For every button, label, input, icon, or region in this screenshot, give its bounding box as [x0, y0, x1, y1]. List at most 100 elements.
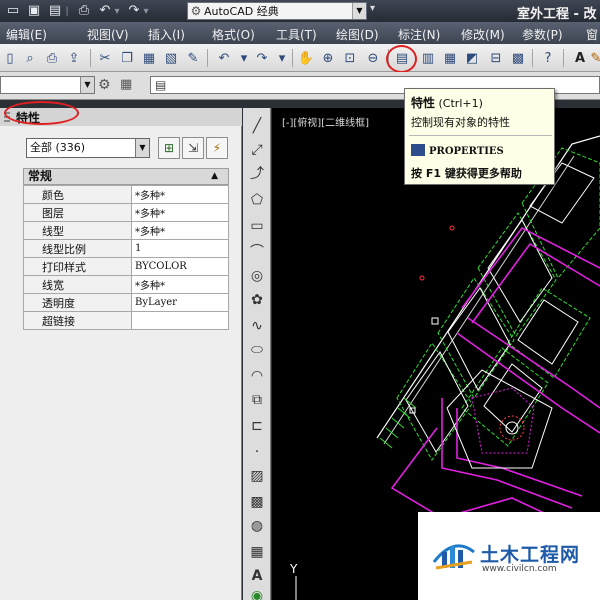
- cut-icon[interactable]: ✂: [95, 48, 115, 68]
- point-icon[interactable]: ·: [246, 442, 268, 462]
- sheet-set-icon[interactable]: ◩: [462, 48, 482, 68]
- construction-line-icon[interactable]: ⤢: [246, 140, 268, 160]
- circle-icon[interactable]: ◎: [246, 266, 268, 286]
- match-properties-icon[interactable]: ✎: [183, 48, 203, 68]
- collapse-icon[interactable]: ▲: [211, 169, 218, 184]
- zoom-realtime-icon[interactable]: ⊕: [318, 48, 338, 68]
- copy-icon[interactable]: ❐: [117, 48, 137, 68]
- multiline-text-icon[interactable]: A: [246, 566, 268, 586]
- property-value[interactable]: *多种*: [131, 185, 229, 204]
- layer-combo[interactable]: ▼: [0, 76, 95, 94]
- property-row[interactable]: 线型比例 1: [23, 239, 229, 258]
- title-bar: ▭ ▣ ▤ | ⎙ ↶ ▾ ↷ ▾ ⚙ AutoCAD 经典 ▼ ▾ 室外工程 …: [0, 0, 600, 22]
- ucs-axis-label: Y: [290, 562, 298, 576]
- paste-special-icon[interactable]: ▧: [161, 48, 181, 68]
- property-value[interactable]: *多种*: [131, 275, 229, 294]
- workspace-select[interactable]: ⚙ AutoCAD 经典 ▼: [187, 2, 367, 20]
- help-icon[interactable]: ?: [538, 48, 558, 68]
- menu-tools[interactable]: 工具(T): [276, 26, 317, 43]
- pencil-icon[interactable]: ✎: [586, 48, 600, 68]
- property-name: 超链接: [23, 311, 132, 330]
- print-icon[interactable]: ⎙: [42, 48, 62, 68]
- polygon-icon[interactable]: ⬠: [246, 190, 268, 210]
- redo-icon[interactable]: ↷: [126, 3, 142, 19]
- menu-parametric[interactable]: 参数(P): [522, 26, 563, 43]
- property-value[interactable]: [131, 311, 229, 330]
- property-row[interactable]: 线型 *多种*: [23, 221, 229, 240]
- redo-icon[interactable]: ↷: [252, 48, 272, 68]
- undo-icon[interactable]: ↶: [97, 3, 113, 19]
- open-icon[interactable]: ▯: [0, 48, 20, 68]
- quick-select-icon[interactable]: ⚡: [206, 137, 228, 159]
- tooltip-shortcut: (Ctrl+1): [438, 97, 483, 110]
- chevron-down-icon[interactable]: ▼: [352, 3, 366, 19]
- property-row[interactable]: 图层 *多种*: [23, 203, 229, 222]
- tool-palettes-icon[interactable]: ▦: [440, 48, 460, 68]
- plot-preview-icon[interactable]: ⌕: [20, 48, 40, 68]
- save-icon[interactable]: ▣: [26, 3, 42, 19]
- gradient-icon[interactable]: ▩: [246, 492, 268, 512]
- calculator-icon[interactable]: ▩: [508, 48, 528, 68]
- publish-icon[interactable]: ⇪: [64, 48, 84, 68]
- property-value[interactable]: *多种*: [131, 203, 229, 222]
- menu-modify[interactable]: 修改(M): [461, 26, 505, 43]
- region-icon[interactable]: ◍: [246, 516, 268, 536]
- zoom-window-icon[interactable]: ⊡: [340, 48, 360, 68]
- section-general[interactable]: 常规 ▲: [23, 168, 229, 185]
- ellipse-arc-icon[interactable]: ◠: [246, 366, 268, 386]
- menu-format[interactable]: 格式(O): [212, 26, 255, 43]
- chevron-down-icon[interactable]: ▼: [80, 77, 94, 93]
- add-selected-icon[interactable]: ◉: [246, 586, 268, 600]
- layer-state-icon[interactable]: ▦: [120, 77, 132, 92]
- print-icon[interactable]: ⎙: [76, 3, 92, 19]
- toggle-pickadd-icon[interactable]: ⊞: [158, 137, 180, 159]
- menu-insert[interactable]: 插入(I): [148, 26, 185, 43]
- spline-icon[interactable]: ∿: [246, 316, 268, 336]
- property-row[interactable]: 透明度 ByLayer: [23, 293, 229, 312]
- property-row[interactable]: 线宽 *多种*: [23, 275, 229, 294]
- redo-dropdown-icon[interactable]: ▾: [272, 48, 292, 68]
- property-row[interactable]: 颜色 *多种*: [23, 185, 229, 204]
- selection-combo[interactable]: 全部 (336) ▼: [26, 138, 150, 158]
- layer-settings-icon[interactable]: ⚙: [98, 77, 111, 93]
- property-row[interactable]: 打印样式 BYCOLOR: [23, 257, 229, 276]
- design-center-icon[interactable]: ▥: [418, 48, 438, 68]
- pan-icon[interactable]: ✋: [296, 48, 316, 68]
- watermark-name: 土木工程网: [480, 544, 581, 566]
- save-as-icon[interactable]: ▤: [47, 3, 63, 19]
- properties-table: 颜色 *多种* 图层 *多种* 线型 *多种* 线型比例 1 打印样式 BYCOLOR 线宽 *多种*…: [23, 185, 229, 330]
- markup-icon[interactable]: ⊟: [486, 48, 506, 68]
- menu-edit[interactable]: 编辑(E): [6, 26, 47, 43]
- property-value[interactable]: 1: [131, 239, 229, 258]
- watermark-url: www.civilcn.com: [482, 564, 557, 574]
- menu-dimension[interactable]: 标注(N): [398, 26, 440, 43]
- window-title: 室外工程 - 改: [517, 7, 597, 22]
- zoom-previous-icon[interactable]: ⊖: [363, 48, 383, 68]
- menu-window[interactable]: 窗: [586, 26, 598, 43]
- arc-icon[interactable]: ⌒: [246, 242, 268, 262]
- select-objects-icon[interactable]: ⇲: [182, 137, 204, 159]
- insert-block-icon[interactable]: ⧉: [246, 390, 268, 410]
- table-icon[interactable]: ▦: [246, 542, 268, 562]
- property-value[interactable]: *多种*: [131, 221, 229, 240]
- undo-dropdown-icon[interactable]: ▾: [113, 6, 121, 17]
- make-block-icon[interactable]: ⊏: [246, 416, 268, 436]
- undo-dropdown-icon[interactable]: ▾: [234, 48, 254, 68]
- ellipse-icon[interactable]: ⬭: [246, 340, 268, 360]
- revision-cloud-icon[interactable]: ✿: [246, 290, 268, 310]
- chevron-down-icon[interactable]: ▼: [135, 139, 149, 157]
- customize-quick-access-icon[interactable]: ▾: [370, 3, 375, 14]
- property-row[interactable]: 超链接: [23, 311, 229, 330]
- menu-draw[interactable]: 绘图(D): [336, 26, 379, 43]
- redo-dropdown-icon[interactable]: ▾: [142, 6, 150, 17]
- menu-view[interactable]: 视图(V): [87, 26, 129, 43]
- hatch-icon[interactable]: ▨: [246, 466, 268, 486]
- new-icon[interactable]: ▭: [5, 3, 21, 19]
- line-icon[interactable]: ╱: [246, 116, 268, 136]
- rectangle-icon[interactable]: ▭: [246, 216, 268, 236]
- property-value[interactable]: BYCOLOR: [131, 257, 229, 276]
- paste-icon[interactable]: ▦: [139, 48, 159, 68]
- undo-icon[interactable]: ↶: [214, 48, 234, 68]
- polyline-icon[interactable]: ⤴: [246, 164, 268, 184]
- property-value[interactable]: ByLayer: [131, 293, 229, 312]
